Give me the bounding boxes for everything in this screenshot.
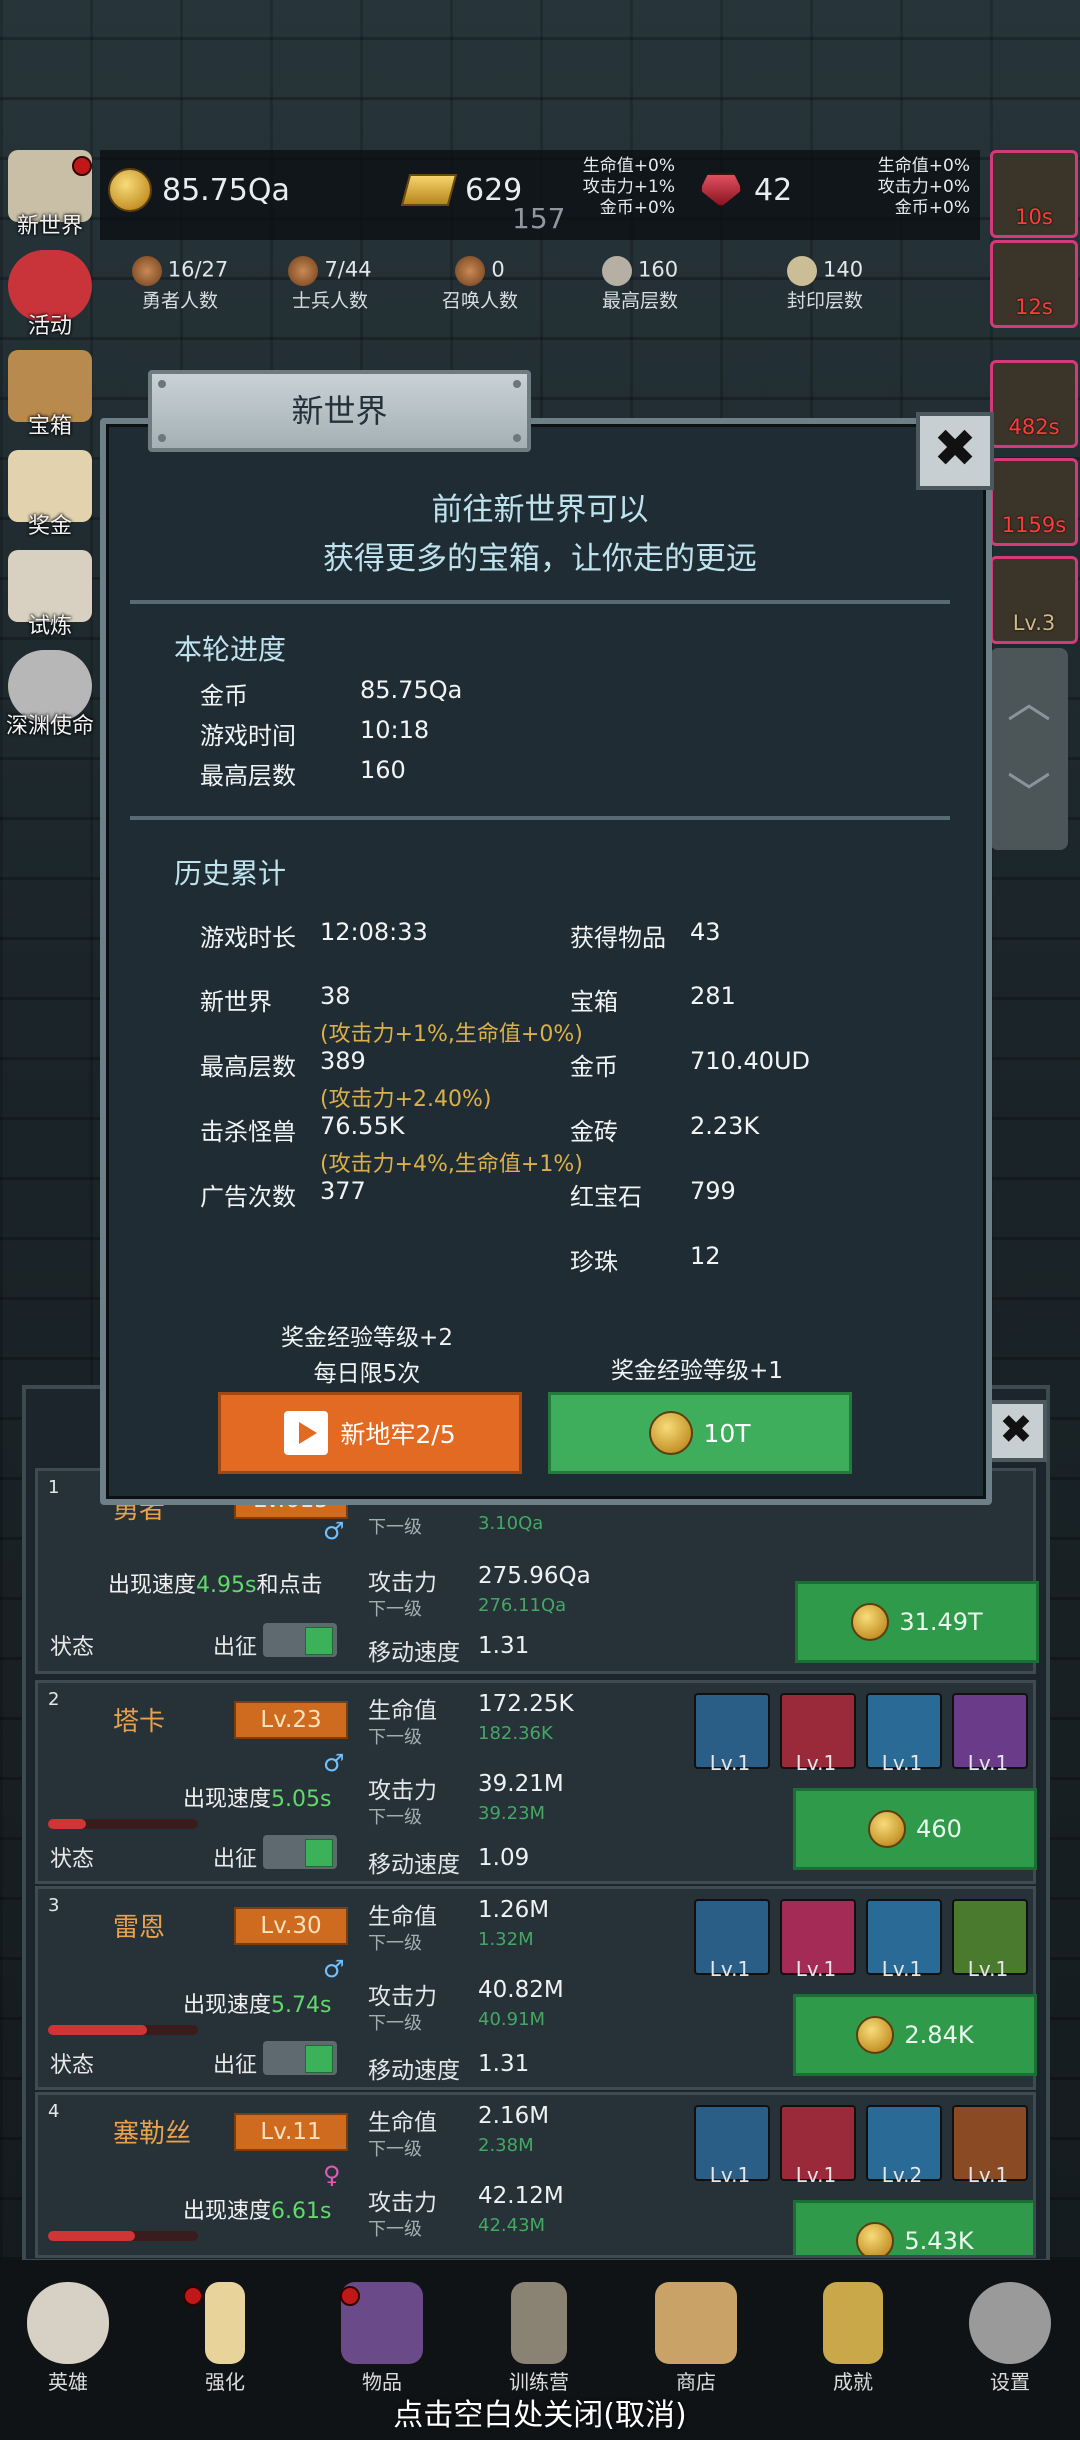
round-progress-title: 本轮进度	[174, 633, 287, 666]
nav-shop[interactable]: 商店	[636, 2282, 756, 2394]
buff-slot-2[interactable]: 12s	[990, 240, 1078, 328]
side-item-bonus[interactable]: 奖金	[0, 450, 100, 540]
hero-speed: 出现速度6.61s	[183, 2199, 332, 2224]
side-item-event[interactable]: 活动	[0, 250, 100, 340]
skull-icon	[27, 2282, 109, 2364]
mug-icon	[655, 2282, 737, 2364]
sealed-floor: 140 封印层数	[786, 256, 864, 312]
history-title: 历史累计	[174, 857, 287, 890]
intro-line-1: 前往新世界可以	[431, 492, 649, 528]
hero-head-icon	[131, 256, 162, 286]
bonus-left: 生命值+0% 攻击力+1% 金币+0%	[582, 156, 675, 218]
divider	[130, 816, 950, 820]
coin-icon	[856, 2222, 895, 2255]
buff-slot-1[interactable]: 10s	[990, 150, 1078, 238]
key-icon	[823, 2282, 883, 2364]
nav-achievements[interactable]: 成就	[793, 2282, 913, 2394]
summon-count: 0 召唤人数	[441, 256, 518, 312]
dialog-title-tab: 新世界	[148, 370, 531, 452]
scroll-down-button[interactable]: ﹀	[990, 740, 1068, 850]
hero-card-2[interactable]: 2 塔卡 Lv.23 ♂ 出现速度5.05s 状态 出征 生命值 172.25K…	[35, 1680, 1037, 1884]
upgrade-button[interactable]: 31.49T	[795, 1581, 1039, 1663]
gear-icon	[969, 2282, 1051, 2364]
gold-bar-icon	[400, 174, 458, 206]
scroll-icon	[786, 256, 817, 286]
candle-icon	[205, 2282, 245, 2364]
nav-training[interactable]: 训练营	[479, 2282, 599, 2394]
chevron-up-icon: ︿	[1007, 677, 1051, 728]
hp-bar	[48, 2025, 198, 2035]
hp-bar	[48, 2231, 198, 2241]
deploy-toggle[interactable]	[263, 2041, 337, 2075]
notification-dot	[72, 156, 92, 176]
summon-head-icon	[455, 256, 486, 286]
close-hint: 点击空白处关闭(取消)	[393, 2398, 687, 2433]
side-item-new-world[interactable]: 新世界	[0, 150, 100, 240]
ruby-counter: 42	[700, 160, 792, 220]
hero-card-4[interactable]: 4 塞勒丝 Lv.11 ♀ 出现速度6.61s 生命值 2.16M 下一级 2.…	[35, 2092, 1036, 2258]
male-icon: ♂	[323, 1517, 345, 1545]
notification-dot	[183, 2286, 203, 2306]
female-icon: ♀	[323, 2161, 341, 2189]
coin-icon	[649, 1411, 694, 1455]
dialog-close-button[interactable]: ✖	[916, 412, 994, 490]
buff-slot-4[interactable]: 1159s	[990, 458, 1078, 546]
male-icon: ♂	[323, 1749, 345, 1777]
male-icon: ♂	[323, 1955, 345, 1983]
hero-speed: 出现速度4.95s和点击	[108, 1573, 323, 1598]
nav-upgrade[interactable]: 强化	[165, 2282, 285, 2394]
upgrade-button[interactable]: 5.43K	[793, 2200, 1033, 2255]
buff-slot-3[interactable]: 482s	[990, 360, 1078, 448]
nav-items[interactable]: 物品	[322, 2282, 442, 2394]
lantern-icon	[511, 2282, 567, 2364]
coin-icon	[856, 2016, 895, 2054]
chevron-down-icon: ﹀	[1007, 769, 1051, 820]
coin-icon	[851, 1603, 890, 1641]
upgrade-button[interactable]: 2.84K	[793, 1994, 1037, 2076]
nav-heroes[interactable]: 英雄	[8, 2282, 128, 2394]
soldier-count: 7/44 士兵人数	[250, 256, 410, 313]
side-item-abyss[interactable]: 深渊使命	[0, 650, 100, 740]
new-world-coin-button[interactable]: 10T	[548, 1392, 852, 1474]
hero-card-3[interactable]: 3 雷恩 Lv.30 ♂ 出现速度5.74s 状态 出征 生命值 1.26M 下…	[35, 1886, 1037, 2090]
video-play-icon	[284, 1411, 329, 1455]
max-floor: 160 最高层数	[601, 256, 679, 312]
soldier-head-icon	[288, 256, 319, 286]
new-dungeon-ad-button[interactable]: 新地牢2/5	[218, 1392, 522, 1474]
deploy-toggle[interactable]	[263, 1623, 337, 1657]
close-icon: ✖	[933, 419, 977, 479]
center-counter: 157	[512, 202, 566, 235]
hero-speed: 出现速度5.05s	[183, 1787, 332, 1812]
hp-bar	[48, 1819, 198, 1829]
hero-panel-close-button[interactable]: ✖	[985, 1400, 1047, 1462]
nav-settings[interactable]: 设置	[950, 2282, 1070, 2394]
side-item-chest[interactable]: 宝箱	[0, 350, 100, 440]
upgrade-button[interactable]: 460	[793, 1788, 1037, 1870]
bonus-right: 生命值+0% 攻击力+0% 金币+0%	[877, 156, 970, 218]
intro-line-2: 获得更多的宝箱，让你走的更远	[323, 541, 757, 577]
notification-dot	[340, 2286, 360, 2306]
rock-icon	[601, 256, 632, 286]
buff-slot-5[interactable]: Lv.3	[990, 556, 1078, 644]
ruby-icon	[700, 173, 742, 207]
deploy-toggle[interactable]	[263, 1835, 337, 1869]
hero-speed: 出现速度5.74s	[183, 1993, 332, 2018]
coin-icon	[108, 168, 152, 212]
divider	[130, 600, 950, 604]
gold-bar-counter: 629	[400, 160, 522, 220]
side-item-trial[interactable]: 试炼	[0, 550, 100, 640]
coin-icon	[868, 1810, 907, 1848]
coin-counter: 85.75Qa	[108, 160, 290, 220]
hero-count: 16/27 勇者人数	[100, 256, 260, 313]
close-icon: ✖	[999, 1407, 1033, 1453]
